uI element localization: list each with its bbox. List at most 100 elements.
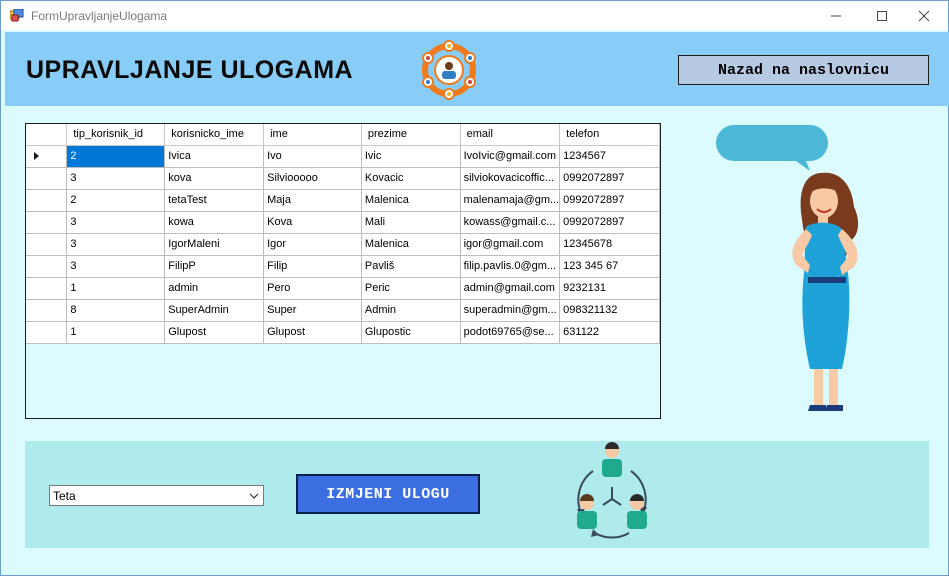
table-cell-email[interactable]: podot69765@se...	[460, 321, 561, 344]
table-cell-telefon[interactable]: 0992072897	[559, 189, 660, 212]
table-cell-tip-korisnik-id[interactable]: 2	[66, 145, 166, 168]
table-cell-email[interactable]: igor@gmail.com	[460, 233, 561, 256]
change-role-button[interactable]: IZMJENI ULOGU	[296, 474, 480, 514]
table-row[interactable]: 1 admin Pero Peric admin@gmail.com 9232131	[26, 277, 660, 300]
table-cell-korisnicko-ime[interactable]: Glupost	[164, 321, 265, 344]
table-cell-ime[interactable]: Kova	[263, 211, 362, 234]
table-cell-email[interactable]: IvoIvic@gmail.com	[460, 145, 561, 168]
table-row[interactable]: 3 kova Silviooooo Kovacic silviokovacicoffic…	[26, 167, 660, 190]
close-button[interactable]	[901, 1, 947, 30]
table-cell-prezime[interactable]: Mali	[361, 211, 461, 234]
table-cell-email[interactable]: kowass@gmail.c...	[460, 211, 561, 234]
maximize-button[interactable]	[859, 1, 905, 30]
table-row[interactable]: 2 tetaTest Maja Malenica malenamaja@gm... 099…	[26, 189, 660, 212]
table-cell-telefon[interactable]: 098321132	[559, 299, 660, 322]
table-cell-prezime[interactable]: Pavliš	[361, 255, 461, 278]
table-cell-korisnicko-ime[interactable]: tetaTest	[164, 189, 265, 212]
table-cell-email[interactable]: admin@gmail.com	[460, 277, 561, 300]
table-cell-tip-korisnik-id[interactable]: 8	[66, 299, 166, 322]
row-header[interactable]	[26, 277, 68, 300]
current-row-arrow-icon	[34, 152, 39, 160]
role-select-value: Teta	[53, 489, 76, 503]
column-header[interactable]: email	[460, 124, 561, 146]
table-row[interactable]: 2 Ivica Ivo Ivic IvoIvic@gmail.com 1234567	[26, 145, 660, 168]
table-cell-ime[interactable]: Filip	[263, 255, 362, 278]
table-cell-korisnicko-ime[interactable]: kova	[164, 167, 265, 190]
table-cell-korisnicko-ime[interactable]: SuperAdmin	[164, 299, 265, 322]
table-cell-ime[interactable]: Igor	[263, 233, 362, 256]
column-header[interactable]: tip_korisnik_id	[66, 124, 166, 146]
table-cell-tip-korisnik-id[interactable]: 2	[66, 189, 166, 212]
back-to-home-button[interactable]: Nazad na naslovnicu	[678, 55, 929, 85]
row-header[interactable]	[26, 255, 68, 278]
minimize-icon	[831, 15, 841, 16]
table-cell-ime[interactable]: Super	[263, 299, 362, 322]
table-cell-email[interactable]: malenamaja@gm...	[460, 189, 561, 212]
table-cell-korisnicko-ime[interactable]: IgorMaleni	[164, 233, 265, 256]
table-row[interactable]: 8 SuperAdmin Super Admin superadmin@gm... 098…	[26, 299, 660, 322]
row-header[interactable]	[26, 211, 68, 234]
table-cell-tip-korisnik-id[interactable]: 3	[66, 255, 166, 278]
row-header-corner	[26, 124, 68, 146]
table-cell-prezime[interactable]: Ivic	[361, 145, 461, 168]
table-cell-korisnicko-ime[interactable]: FilipP	[164, 255, 265, 278]
table-row[interactable]: 3 IgorMaleni Igor Malenica igor@gmail.com 123…	[26, 233, 660, 256]
table-cell-prezime[interactable]: Malenica	[361, 189, 461, 212]
role-select[interactable]: Teta	[49, 485, 264, 506]
column-header[interactable]: prezime	[361, 124, 461, 146]
table-cell-telefon[interactable]: 9232131	[559, 277, 660, 300]
table-cell-tip-korisnik-id[interactable]: 1	[66, 321, 166, 344]
woman-illustration	[716, 125, 859, 411]
table-cell-prezime[interactable]: Malenica	[361, 233, 461, 256]
table-row[interactable]: 3 FilipP Filip Pavliš filip.pavlis.0@gm... 12…	[26, 255, 660, 278]
row-header[interactable]	[26, 189, 68, 212]
table-cell-prezime[interactable]: Peric	[361, 277, 461, 300]
table-cell-tip-korisnik-id[interactable]: 3	[66, 167, 166, 190]
column-header[interactable]: ime	[263, 124, 362, 146]
table-row[interactable]: 3 kowa Kova Mali kowass@gmail.c... 0992072897	[26, 211, 660, 234]
table-cell-prezime[interactable]: Admin	[361, 299, 461, 322]
table-cell-ime[interactable]: Pero	[263, 277, 362, 300]
table-cell-korisnicko-ime[interactable]: admin	[164, 277, 265, 300]
maximize-icon	[877, 10, 887, 21]
people-cycle-icon	[577, 442, 647, 539]
table-cell-telefon[interactable]: 1234567	[559, 145, 660, 168]
table-cell-prezime[interactable]: Glupostic	[361, 321, 461, 344]
column-header[interactable]: telefon	[559, 124, 660, 146]
page-title: UPRAVLJANJE ULOGAMA	[26, 56, 354, 84]
table-cell-telefon[interactable]: 0992072897	[559, 167, 660, 190]
header-band: UPRAVLJANJE ULOGAMA Nazad na naslovnicu	[5, 32, 949, 106]
main-window: FormUpravljanjeUlogama UPRAVLJANJE ULOGA…	[0, 0, 949, 576]
table-cell-tip-korisnik-id[interactable]: 3	[66, 211, 166, 234]
window-title: FormUpravljanjeUlogama	[31, 9, 168, 23]
column-header[interactable]: korisnicko_ime	[164, 124, 265, 146]
table-cell-ime[interactable]: Ivo	[263, 145, 362, 168]
table-cell-korisnicko-ime[interactable]: Ivica	[164, 145, 265, 168]
table-cell-ime[interactable]: Glupost	[263, 321, 362, 344]
table-cell-prezime[interactable]: Kovacic	[361, 167, 461, 190]
title-bar: FormUpravljanjeUlogama	[1, 1, 948, 30]
team-network-icon	[422, 40, 476, 100]
table-cell-tip-korisnik-id[interactable]: 3	[66, 233, 166, 256]
minimize-button[interactable]	[813, 1, 859, 30]
table-cell-ime[interactable]: Silviooooo	[263, 167, 362, 190]
table-cell-email[interactable]: filip.pavlis.0@gm...	[460, 255, 561, 278]
table-cell-email[interactable]: superadmin@gm...	[460, 299, 561, 322]
role-edit-panel: Teta IZMJENI ULOGU	[25, 441, 929, 548]
row-header[interactable]	[26, 321, 68, 344]
table-cell-telefon[interactable]: 123 345 67	[559, 255, 660, 278]
table-cell-email[interactable]: silviokovacicoffic...	[460, 167, 561, 190]
chevron-down-icon	[249, 493, 259, 499]
table-cell-korisnicko-ime[interactable]: kowa	[164, 211, 265, 234]
table-cell-telefon[interactable]: 631122	[559, 321, 660, 344]
table-row[interactable]: 1 Glupost Glupost Glupostic podot69765@se...…	[26, 321, 660, 344]
table-cell-ime[interactable]: Maja	[263, 189, 362, 212]
row-header[interactable]	[26, 167, 68, 190]
table-cell-telefon[interactable]: 0992072897	[559, 211, 660, 234]
table-cell-telefon[interactable]: 12345678	[559, 233, 660, 256]
row-header[interactable]	[26, 299, 68, 322]
row-header[interactable]	[26, 233, 68, 256]
users-data-grid[interactable]: tip_korisnik_id korisnicko_ime ime prezi…	[25, 123, 661, 419]
table-cell-tip-korisnik-id[interactable]: 1	[66, 277, 166, 300]
row-header[interactable]	[26, 145, 68, 168]
